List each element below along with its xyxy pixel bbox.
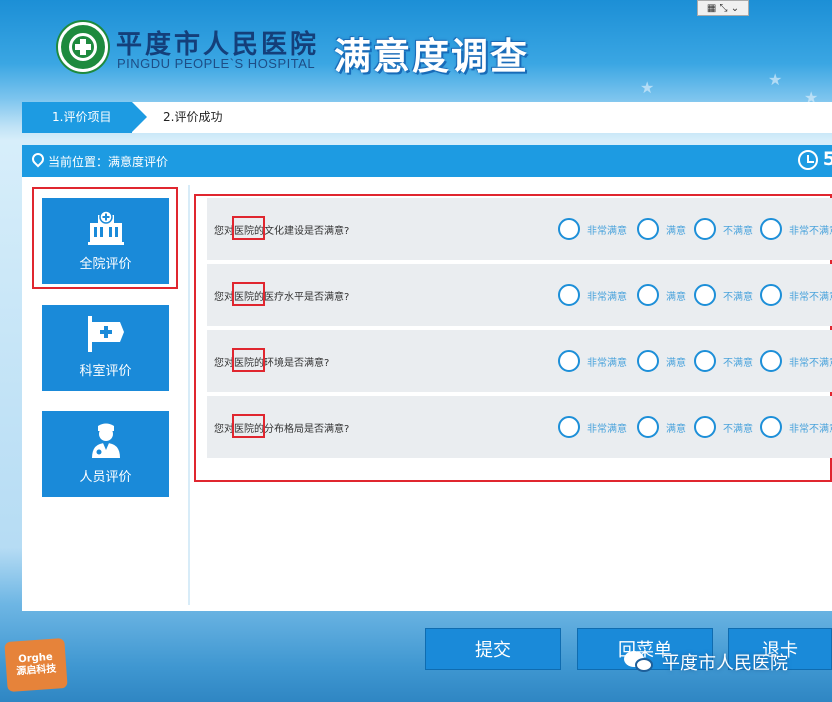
step-1: 1.评价项目 (22, 102, 147, 133)
option-satisfied[interactable]: 满意 (637, 218, 686, 240)
option-very-unsatisfied[interactable]: 非常不满意 (760, 284, 832, 306)
alarm-clock-icon (798, 150, 818, 170)
radio-button[interactable] (558, 350, 580, 372)
sidebar-item-label: 人员评价 (79, 470, 132, 485)
keyword-highlight (232, 414, 265, 438)
option-unsatisfied[interactable]: 不满意 (694, 350, 753, 372)
wechat-icon (624, 651, 654, 673)
keyword-highlight (232, 348, 265, 372)
star-decoration-icon: ★ (640, 78, 655, 97)
option-very-unsatisfied[interactable]: 非常不满意 (760, 416, 832, 438)
question-row: 您对医院的文化建设是否满意? 非常满意 满意 不满意 非常不满意 (207, 198, 832, 260)
option-very-unsatisfied[interactable]: 非常不满意 (760, 218, 832, 240)
question-row: 您对医院的医疗水平是否满意? 非常满意 满意 不满意 非常不满意 (207, 264, 832, 326)
radio-button[interactable] (760, 218, 782, 240)
survey-title: 满意度调查 (334, 35, 529, 78)
question-row: 您对医院的环境是否满意? 非常满意 满意 不满意 非常不满意 (207, 330, 832, 392)
sidebar-item-label: 全院评价 (79, 257, 132, 272)
option-very-unsatisfied[interactable]: 非常不满意 (760, 350, 832, 372)
radio-button[interactable] (760, 284, 782, 306)
radio-button[interactable] (558, 284, 580, 306)
radio-button[interactable] (637, 218, 659, 240)
brand-badge-line2: 源启科技 (16, 663, 57, 678)
hospital-name-en: PINGDU PEOPLE`S HOSPITAL (117, 56, 316, 71)
radio-button[interactable] (694, 284, 716, 306)
radio-button[interactable] (637, 416, 659, 438)
watermark-text: 平度市人民医院 (662, 653, 788, 674)
star-decoration-icon: ★ (768, 70, 783, 89)
countdown-timer: 5 (822, 148, 832, 170)
keyword-highlight (232, 282, 265, 306)
option-unsatisfied[interactable]: 不满意 (694, 416, 753, 438)
sidebar-item-department-eval[interactable]: 科室评价 (42, 305, 169, 391)
brand-badge: Orghe 源启科技 (4, 637, 68, 693)
radio-button[interactable] (637, 350, 659, 372)
location-breadcrumb: 当前位置：满意度评价 (48, 154, 169, 169)
option-unsatisfied[interactable]: 不满意 (694, 218, 753, 240)
sidebar-item-label: 科室评价 (79, 364, 132, 379)
location-pin-icon (32, 153, 44, 169)
option-very-satisfied[interactable]: 非常满意 (558, 218, 627, 240)
sidebar-item-staff-eval[interactable]: 人员评价 (42, 411, 169, 497)
option-very-satisfied[interactable]: 非常满意 (558, 284, 627, 306)
keyword-highlight (232, 216, 265, 240)
department-sign-icon (86, 316, 126, 352)
sidebar-item-hospital-eval[interactable]: 全院评价 (42, 198, 169, 284)
submit-button[interactable]: 提交 (425, 628, 561, 670)
option-satisfied[interactable]: 满意 (637, 416, 686, 438)
wechat-watermark: 平度市人民医院 (624, 649, 788, 675)
question-row: 您对医院的分布格局是否满意? 非常满意 满意 不满意 非常不满意 (207, 396, 832, 458)
radio-button[interactable] (694, 350, 716, 372)
radio-button[interactable] (694, 218, 716, 240)
option-very-satisfied[interactable]: 非常满意 (558, 350, 627, 372)
option-unsatisfied[interactable]: 不满意 (694, 284, 753, 306)
option-satisfied[interactable]: 满意 (637, 350, 686, 372)
step-progress-bar: 1.评价项目 2.评价成功 (22, 102, 832, 133)
radio-button[interactable] (558, 416, 580, 438)
radio-button[interactable] (558, 218, 580, 240)
option-very-satisfied[interactable]: 非常满意 (558, 416, 627, 438)
radio-button[interactable] (637, 284, 659, 306)
hospital-building-icon (86, 209, 126, 245)
step-2: 2.评价成功 (163, 110, 223, 124)
hospital-logo-icon (58, 22, 108, 72)
radio-button[interactable] (694, 416, 716, 438)
input-method-widget[interactable]: ▦ ⤡ ⌄ (697, 0, 749, 16)
panel-header: 当前位置：满意度评价 5 (22, 145, 832, 177)
option-satisfied[interactable]: 满意 (637, 284, 686, 306)
radio-button[interactable] (760, 416, 782, 438)
main-panel: 当前位置：满意度评价 5 全院评价 科室评价 人员评价 您对医院的文化建设是否满… (22, 145, 832, 611)
header: 平度市人民医院 PINGDU PEOPLE`S HOSPITAL 满意度调查 ▦… (0, 0, 832, 107)
radio-button[interactable] (760, 350, 782, 372)
panel-divider (188, 185, 190, 605)
doctor-icon (86, 422, 126, 458)
